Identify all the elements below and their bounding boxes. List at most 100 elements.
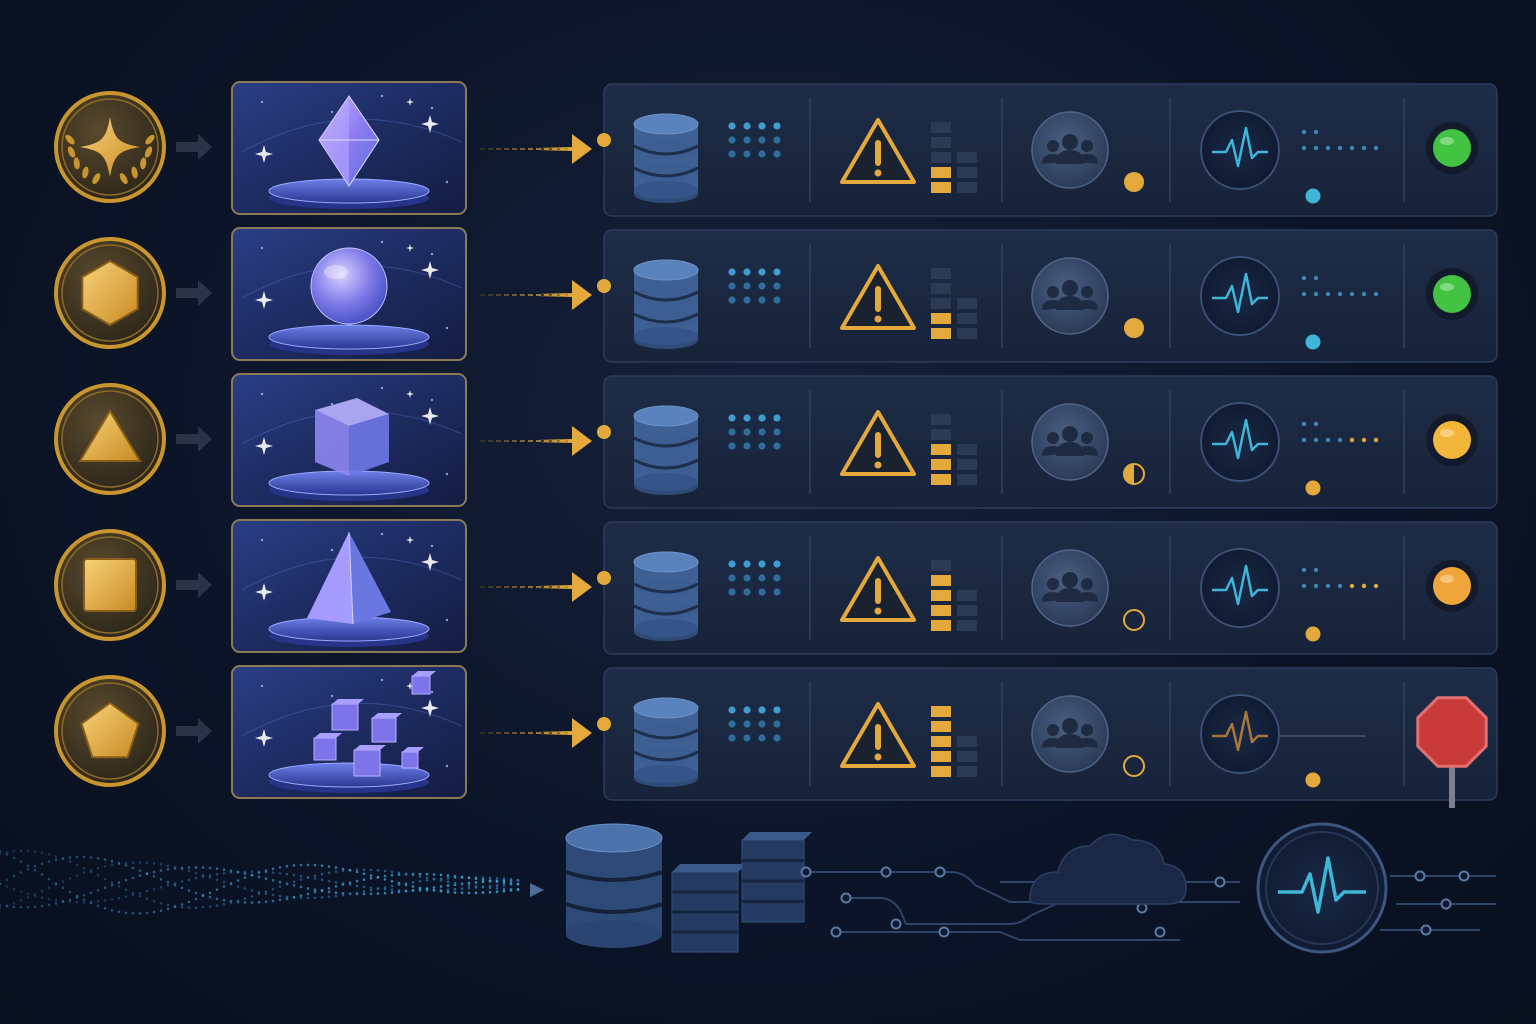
level-bar [931,706,951,717]
level-bar [931,414,951,425]
level-bar [931,167,951,178]
visual-card-pyramid [231,519,467,653]
level-bar [931,429,951,440]
level-bar [931,474,951,485]
server-stack-icon [671,832,812,953]
users-icon [1031,257,1109,335]
indicator-dot [597,717,611,731]
level-bar [931,122,951,133]
status-panel [597,229,1498,363]
status-light-green [1426,122,1478,174]
indicator-dot [1305,188,1321,204]
chevron-right-icon [176,280,212,306]
visual-card-cube-cluster [231,665,467,799]
flow-arrow-icon [480,426,592,456]
heartbeat-monitor-icon [1200,256,1280,336]
small-cube [313,737,337,761]
pipeline-row [54,373,1498,509]
indicator-dot [597,571,611,585]
flow-arrow-icon [480,718,592,748]
level-bar [931,766,951,777]
pipeline-row [54,519,1498,655]
heartbeat-monitor-icon [1200,110,1280,190]
users-icon [1031,403,1109,481]
level-bar [931,560,951,571]
indicator-dot [1305,626,1321,642]
heartbeat-monitor-icon [1200,548,1280,628]
badge-hexagon-badge [54,237,166,349]
small-cube [401,751,419,769]
status-panel [597,521,1498,655]
level-bar [931,605,951,616]
level-bar [931,721,951,732]
users-icon [1031,111,1109,189]
stop-sign-icon [1416,696,1488,768]
heartbeat-monitor-icon [1256,822,1388,954]
heartbeat-monitor-icon [1200,402,1280,482]
database-icon [633,259,699,349]
data-wave-icon [0,849,520,915]
status-pipeline-diagram [0,0,1536,1024]
chevron-right-icon [530,883,544,897]
indicator-dot [1305,772,1321,788]
small-cube [353,749,381,777]
visual-card-octahedron-crystal [231,81,467,215]
level-bar [931,298,951,309]
indicator-dot [1305,480,1321,496]
database-icon [633,697,699,787]
level-bar [931,751,951,762]
status-panel [597,667,1498,808]
cube-shape [315,398,389,476]
level-bar [931,152,951,163]
users-icon [1031,695,1109,773]
group-indicator-filled [1124,172,1144,192]
database-icon [633,113,699,203]
level-bar [931,182,951,193]
level-bar [931,620,951,631]
level-bar [931,444,951,455]
status-panel [597,83,1498,217]
chevron-right-icon [176,718,212,744]
flow-arrow-icon [480,134,592,164]
flow-arrow-icon [480,572,592,602]
badge-four-point-star-badge [54,91,166,203]
level-bar [931,283,951,294]
level-bar [931,575,951,586]
database-icon [633,551,699,641]
level-bar [931,328,951,339]
badge-square-badge [54,529,166,641]
database-icon [565,823,663,948]
database-icon [633,405,699,495]
badge-pentagon-badge [54,675,166,787]
status-light-orange [1426,560,1478,612]
chevron-right-icon [176,426,212,452]
sphere-shape [310,247,388,325]
flow-arrow-icon [480,280,592,310]
level-bar [931,313,951,324]
level-bar [931,459,951,470]
status-light-green [1426,268,1478,320]
visual-card-cube [231,373,467,507]
group-indicator-filled [1124,318,1144,338]
pipeline-row [54,665,1498,808]
indicator-dot [597,279,611,293]
pipeline-row [54,81,1498,217]
level-bar [931,137,951,148]
indicator-dot [1305,334,1321,350]
group-indicator-half [1123,463,1145,485]
visual-card-sphere [231,227,467,361]
cloud-icon [1029,833,1187,905]
chevron-right-icon [176,572,212,598]
small-cube [411,675,431,695]
level-bar [931,590,951,601]
level-bar [931,736,951,747]
square-icon [83,558,137,612]
status-light-yellow [1426,414,1478,466]
indicator-dot [597,133,611,147]
level-bar [931,268,951,279]
users-icon [1031,549,1109,627]
diagram-canvas [0,81,1498,954]
status-panel [597,375,1498,509]
chevron-right-icon [176,134,212,160]
small-cube [371,717,397,743]
